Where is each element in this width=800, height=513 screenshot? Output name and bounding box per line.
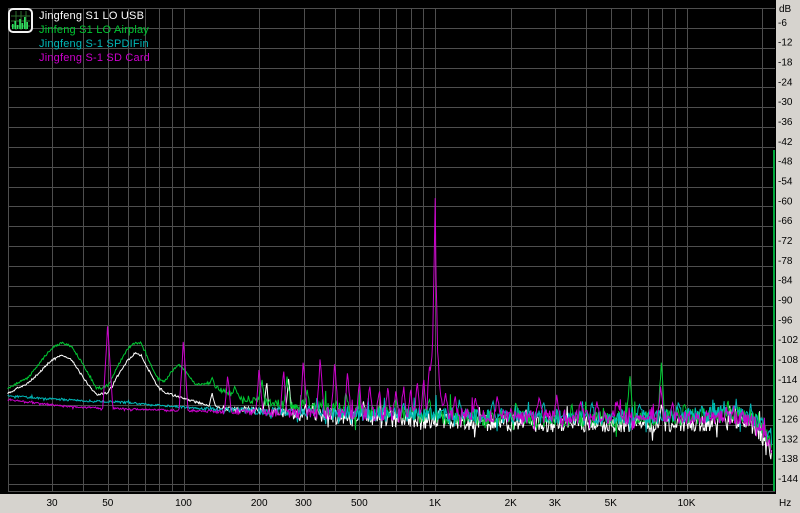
y-tick-label: -144 — [778, 474, 798, 485]
legend-items: Jingfeng S1 LO USB Jinfeng S1 LO Airplay… — [39, 8, 150, 65]
y-tick-label: -138 — [778, 454, 798, 465]
y-tick-label: -84 — [778, 276, 793, 287]
y-tick-label: -72 — [778, 236, 793, 247]
legend-item-airplay: Jinfeng S1 LO Airplay — [39, 24, 149, 36]
x-tick-label: 500 — [351, 498, 368, 509]
x-tick-label: 200 — [251, 498, 268, 509]
y-tick-label: -24 — [778, 77, 793, 88]
y-tick-label: -12 — [778, 38, 793, 49]
fft-spectrum-plot: dB -6 -12 -18 -24 -30 -36 -42 -48 -54 -60 -66 -72 -78… — [0, 0, 800, 513]
y-tick-label: -66 — [778, 216, 793, 227]
x-tick-label: 1K — [429, 498, 442, 509]
y-tick-label: -114 — [778, 375, 798, 386]
y-tick-label: -96 — [778, 315, 793, 326]
x-tick-label: 300 — [295, 498, 312, 509]
legend-item-sdcard: Jingfeng S-1 SD Card — [39, 52, 150, 64]
y-tick-label: -18 — [778, 58, 793, 69]
x-tick-label: 3K — [549, 498, 562, 509]
legend-item-usb: Jingfeng S1 LO USB — [39, 10, 145, 22]
x-tick-label: 100 — [175, 498, 192, 509]
y-tick-label: -78 — [778, 256, 793, 267]
y-tick-label: -108 — [778, 355, 798, 366]
x-tick-label: 5K — [605, 498, 618, 509]
y-tick-label: -6 — [778, 18, 787, 29]
x-tick-label: 50 — [102, 498, 114, 509]
y-tick-label: -48 — [778, 157, 793, 168]
y-tick-label: -126 — [778, 415, 798, 426]
y-tick-label: -90 — [778, 296, 793, 307]
y-tick-label: -30 — [778, 97, 793, 108]
y-tick-label: -54 — [778, 177, 793, 188]
spectrum-analyzer-icon — [8, 8, 33, 33]
y-axis-unit-label: dB — [779, 4, 792, 15]
y-tick-label: -36 — [778, 117, 793, 128]
y-tick-label: -102 — [778, 335, 798, 346]
x-tick-label: 30 — [46, 498, 58, 509]
x-tick-label: 2K — [505, 498, 518, 509]
x-tick-label: 10K — [678, 498, 696, 509]
y-tick-label: -60 — [778, 196, 793, 207]
y-tick-label: -42 — [778, 137, 793, 148]
y-tick-label: -120 — [778, 395, 798, 406]
legend: Jingfeng S1 LO USB Jinfeng S1 LO Airplay… — [8, 8, 150, 65]
x-axis-unit-label: Hz — [779, 498, 791, 509]
legend-item-spdifin: Jingfeng S-1 SPDIFin — [39, 38, 149, 50]
y-tick-label: -132 — [778, 434, 798, 445]
spectrum-analyzer-window: dB -6 -12 -18 -24 -30 -36 -42 -48 -54 -60 -66 -72 -78… — [0, 0, 800, 513]
